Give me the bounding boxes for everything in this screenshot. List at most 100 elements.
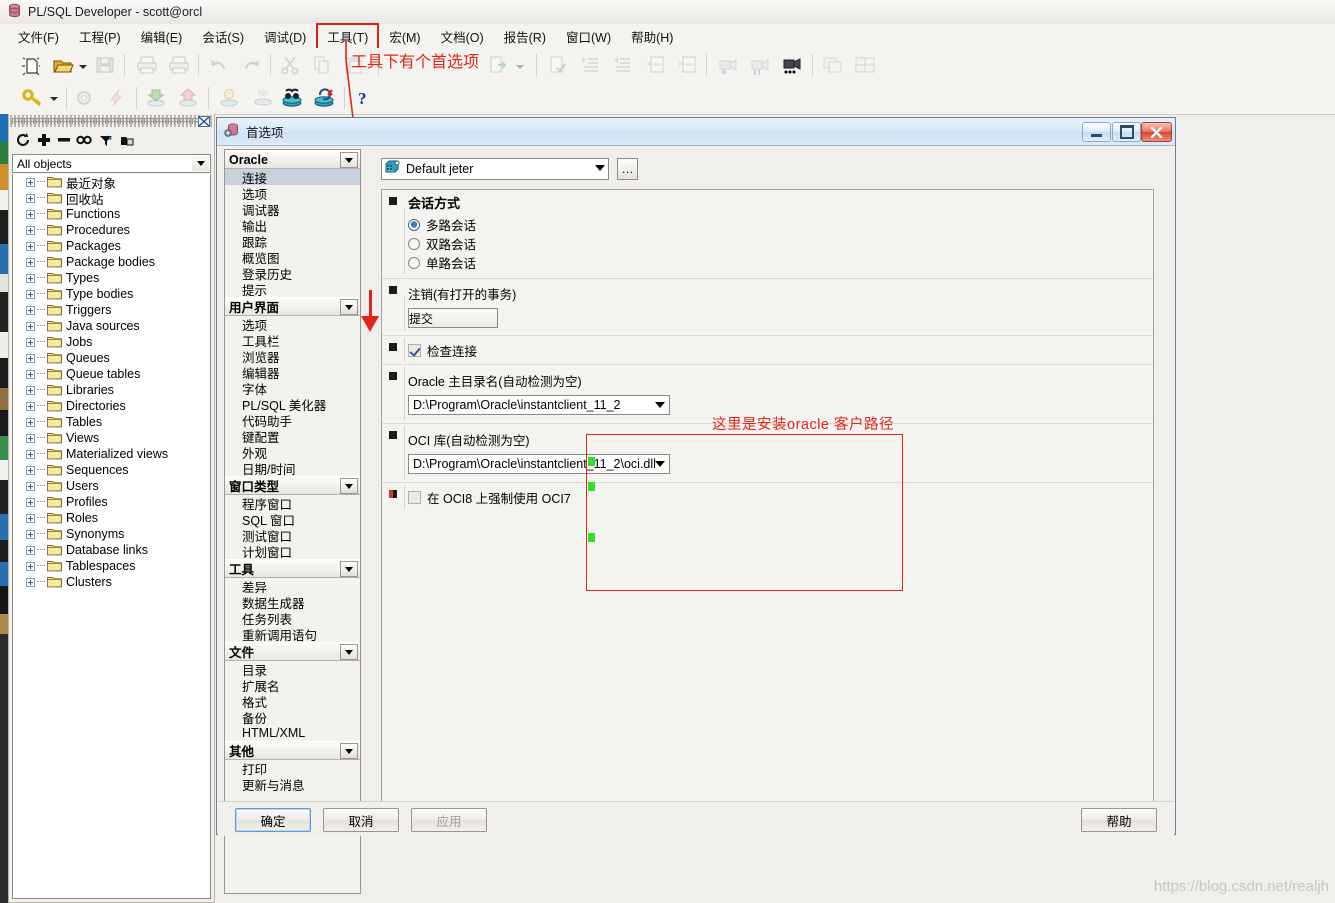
check-connection-row[interactable]: 检查连接 xyxy=(382,336,1153,364)
menu-file[interactable]: 文件(F) xyxy=(8,24,69,49)
menu-report[interactable]: 报告(R) xyxy=(494,24,556,49)
expand-plus-icon[interactable] xyxy=(26,561,35,571)
expand-plus-icon[interactable] xyxy=(26,193,35,203)
ok-button[interactable]: 确定 xyxy=(235,808,311,832)
tree-node[interactable]: Roles xyxy=(13,510,210,526)
menu-macro[interactable]: 宏(M) xyxy=(379,24,430,49)
expand-plus-icon[interactable] xyxy=(26,241,35,251)
tree-node[interactable]: Queue tables xyxy=(13,366,210,382)
tree-node[interactable]: Jobs xyxy=(13,334,210,350)
expand-plus-icon[interactable] xyxy=(26,369,35,379)
maximize-button[interactable] xyxy=(1112,122,1141,142)
oracle-home-select[interactable]: D:\Program\Oracle\instantclient_11_2 xyxy=(408,395,670,415)
chevron-down-icon[interactable] xyxy=(340,478,358,494)
panel-drag-grip[interactable] xyxy=(10,115,213,127)
menu-project[interactable]: 工程(P) xyxy=(69,24,131,49)
checkbox-icon[interactable] xyxy=(408,343,421,357)
category-item[interactable]: 备份 xyxy=(225,709,360,726)
session-mode-option-dual[interactable]: 双路会话 xyxy=(382,234,1153,253)
expand-plus-icon[interactable] xyxy=(26,465,35,475)
menu-debug[interactable]: 调试(D) xyxy=(254,24,316,49)
tree-node[interactable]: Type bodies xyxy=(13,286,210,302)
chevron-down-icon[interactable] xyxy=(340,561,358,577)
tree-node[interactable]: 最近对象 xyxy=(13,174,210,191)
chevron-down-icon[interactable] xyxy=(340,152,358,168)
tree-node[interactable]: Views xyxy=(13,430,210,446)
chevron-down-icon[interactable] xyxy=(192,156,209,171)
category-header-2[interactable]: 窗口类型 xyxy=(225,476,360,495)
connection-select[interactable]: Default jeter xyxy=(381,158,609,180)
menu-tools[interactable]: 工具(T) xyxy=(316,22,380,50)
expand-plus-icon[interactable] xyxy=(26,321,35,331)
tree-node[interactable]: Sequences xyxy=(13,462,210,478)
session-mode-option-single[interactable]: 单路会话 xyxy=(382,253,1153,272)
help-question-icon[interactable]: ? xyxy=(354,88,376,110)
new-window-icon[interactable] xyxy=(20,55,42,77)
expand-plus-icon[interactable] xyxy=(26,385,35,395)
radio-icon[interactable] xyxy=(408,237,420,250)
expand-plus-icon[interactable] xyxy=(26,513,35,523)
expand-plus-icon[interactable] xyxy=(26,337,35,347)
menu-session[interactable]: 会话(S) xyxy=(192,24,254,49)
tree-node[interactable]: Types xyxy=(13,270,210,286)
expand-plus-icon[interactable] xyxy=(26,481,35,491)
expand-plus-icon[interactable] xyxy=(26,529,35,539)
minimize-button[interactable] xyxy=(1082,122,1111,142)
tree-node[interactable]: Synonyms xyxy=(13,526,210,542)
tree-node[interactable]: Materialized views xyxy=(13,446,210,462)
expand-plus-icon[interactable] xyxy=(26,209,35,219)
tree-node[interactable]: Package bodies xyxy=(13,254,210,270)
expand-plus-icon[interactable] xyxy=(26,305,35,315)
chevron-down-icon[interactable] xyxy=(340,299,358,315)
connection-browse-button[interactable]: … xyxy=(617,158,638,180)
cancel-button[interactable]: 取消 xyxy=(323,808,399,832)
category-header-3[interactable]: 工具 xyxy=(225,559,360,578)
tree-node[interactable]: Libraries xyxy=(13,382,210,398)
expand-plus-icon[interactable] xyxy=(26,577,35,587)
key-icon[interactable] xyxy=(22,88,44,110)
expand-plus-icon[interactable] xyxy=(26,177,35,187)
checkbox-icon[interactable] xyxy=(408,490,421,504)
menu-edit[interactable]: 编辑(E) xyxy=(131,24,193,49)
category-header-0[interactable]: Oracle xyxy=(225,150,360,169)
radio-icon[interactable] xyxy=(408,218,420,231)
tree-node[interactable]: Triggers xyxy=(13,302,210,318)
expand-plus-icon[interactable] xyxy=(26,545,35,555)
filter-icon[interactable] xyxy=(98,132,116,150)
tree-node[interactable]: 回收站 xyxy=(13,190,210,207)
folder-config-icon[interactable] xyxy=(119,132,137,150)
category-header-5[interactable]: 其他 xyxy=(225,741,360,760)
tree-node[interactable]: Queues xyxy=(13,350,210,366)
apply-button[interactable]: 应用 xyxy=(411,808,487,832)
expand-plus-icon[interactable] xyxy=(26,257,35,267)
tree-node[interactable]: Tables xyxy=(13,414,210,430)
expand-plus-icon[interactable] xyxy=(26,449,35,459)
expand-plus-icon[interactable] xyxy=(26,353,35,363)
close-icon[interactable] xyxy=(198,116,210,127)
close-button[interactable] xyxy=(1141,122,1172,142)
tree-node[interactable]: Packages xyxy=(13,238,210,254)
menu-window[interactable]: 窗口(W) xyxy=(556,24,621,49)
object-tree[interactable]: 最近对象 回收站 Functions Procedures Packages Packag… xyxy=(12,174,211,899)
category-item[interactable]: HTML/XML xyxy=(225,725,360,741)
category-item[interactable]: 提示 xyxy=(225,281,360,298)
help-button[interactable]: 帮助 xyxy=(1081,808,1157,832)
session-mode-option-multi[interactable]: 多路会话 xyxy=(382,215,1153,234)
tree-node[interactable]: Directories xyxy=(13,398,210,414)
chevron-down-icon[interactable] xyxy=(595,165,605,171)
expand-plus-icon[interactable] xyxy=(26,401,35,411)
tree-node[interactable]: Procedures xyxy=(13,222,210,238)
tree-node[interactable]: Profiles xyxy=(13,494,210,510)
expand-icon[interactable] xyxy=(36,132,54,150)
category-item[interactable]: 日期/时间 xyxy=(225,460,360,477)
tree-node[interactable]: Clusters xyxy=(13,574,210,590)
menu-document[interactable]: 文档(O) xyxy=(431,24,494,49)
tree-node[interactable]: Database links xyxy=(13,542,210,558)
chevron-down-icon[interactable] xyxy=(340,644,358,660)
tree-node[interactable]: Users xyxy=(13,478,210,494)
chevron-down-icon[interactable] xyxy=(340,743,358,759)
chevron-down-icon[interactable] xyxy=(655,461,665,467)
force-oci7-row[interactable]: 在 OCI8 上强制使用 OCI7 xyxy=(382,483,1153,511)
logoff-select[interactable]: 提交 xyxy=(408,308,498,328)
find-icon[interactable] xyxy=(76,132,94,150)
